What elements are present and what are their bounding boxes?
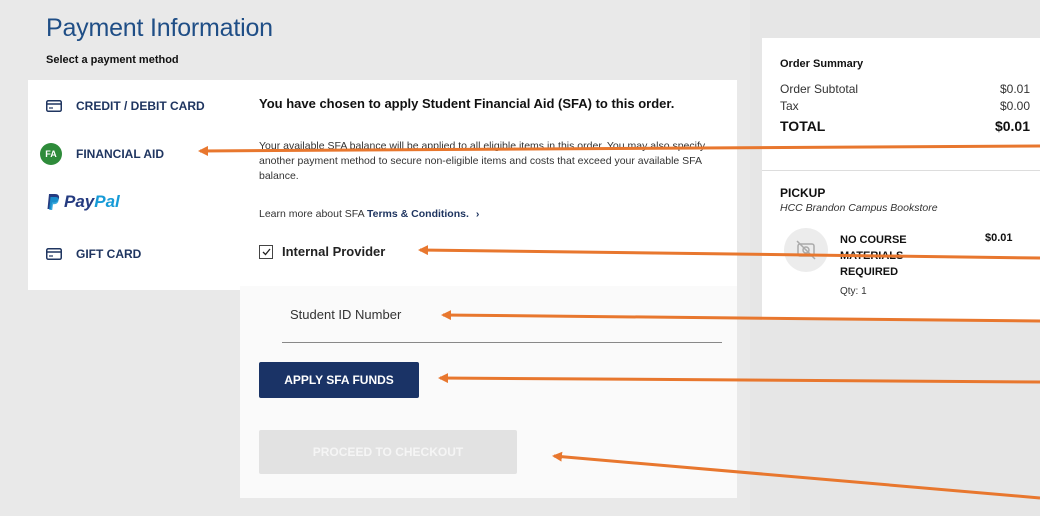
apply-sfa-funds-button[interactable]: APPLY SFA FUNDS — [259, 362, 419, 398]
gift-card-icon — [46, 248, 62, 260]
internal-provider-row[interactable]: Internal Provider — [259, 244, 385, 259]
internal-provider-checkbox[interactable] — [259, 244, 273, 259]
method-paypal[interactable]: Pay Pal — [28, 180, 240, 224]
method-label: FINANCIAL AID — [76, 147, 164, 161]
total-label: TOTAL — [780, 118, 826, 134]
pickup-location: HCC Brandon Campus Bookstore — [780, 202, 938, 214]
method-label: GIFT CARD — [76, 247, 142, 261]
subtotal-value: $0.01 — [999, 82, 1030, 96]
fa-badge: FA — [40, 143, 62, 165]
sfa-description: Your available SFA balance will be appli… — [259, 140, 706, 182]
paypal-logo: Pay Pal — [46, 192, 120, 212]
paypal-p-icon — [47, 194, 60, 210]
internal-provider-label: Internal Provider — [282, 244, 386, 259]
paypal-logo-part: Pal — [94, 192, 120, 211]
student-id-label: Student ID Number — [290, 307, 402, 322]
tax-label: Tax — [780, 99, 799, 113]
proceed-to-checkout-button[interactable]: PROCEED TO CHECKOUT — [259, 430, 517, 474]
subtotal-label: Order Subtotal — [780, 82, 859, 96]
total-value: $0.01 — [994, 118, 1030, 134]
select-method-label: Select a payment method — [46, 54, 179, 66]
checkmark-icon — [262, 248, 271, 255]
method-label: CREDIT / DEBIT CARD — [76, 99, 205, 113]
terms-conditions-link[interactable]: Terms & Conditions. — [367, 208, 469, 220]
order-summary-title: Order Summary — [780, 58, 864, 70]
no-image-icon — [784, 228, 828, 272]
sfa-heading: You have chosen to apply Student Financi… — [259, 96, 675, 111]
credit-card-icon — [46, 100, 62, 112]
item-name: NO COURSE MATERIALS REQUIRED — [840, 234, 907, 278]
paypal-logo-part: Pay — [64, 192, 95, 211]
financial-aid-icon: FA — [40, 143, 62, 165]
method-financial-aid[interactable]: FA FINANCIAL AID — [28, 132, 240, 176]
learn-more: Learn more about SFA Terms & Conditions.… — [259, 208, 479, 220]
page-title: Payment Information — [46, 14, 273, 42]
pickup-heading: PICKUP — [780, 186, 826, 200]
learn-more-text: Learn more about SFA — [259, 208, 365, 220]
method-gift-card[interactable]: GIFT CARD — [28, 232, 240, 276]
item-price: $0.01 — [985, 232, 1013, 244]
chevron-right-icon[interactable]: › — [476, 208, 480, 220]
method-credit-card[interactable]: CREDIT / DEBIT CARD — [28, 84, 240, 128]
summary-divider — [762, 170, 1040, 171]
item-quantity: Qty: 1 — [840, 286, 867, 297]
tax-value: $0.00 — [999, 99, 1030, 113]
payment-method-list: CREDIT / DEBIT CARD FA FINANCIAL AID Pay… — [28, 80, 240, 290]
